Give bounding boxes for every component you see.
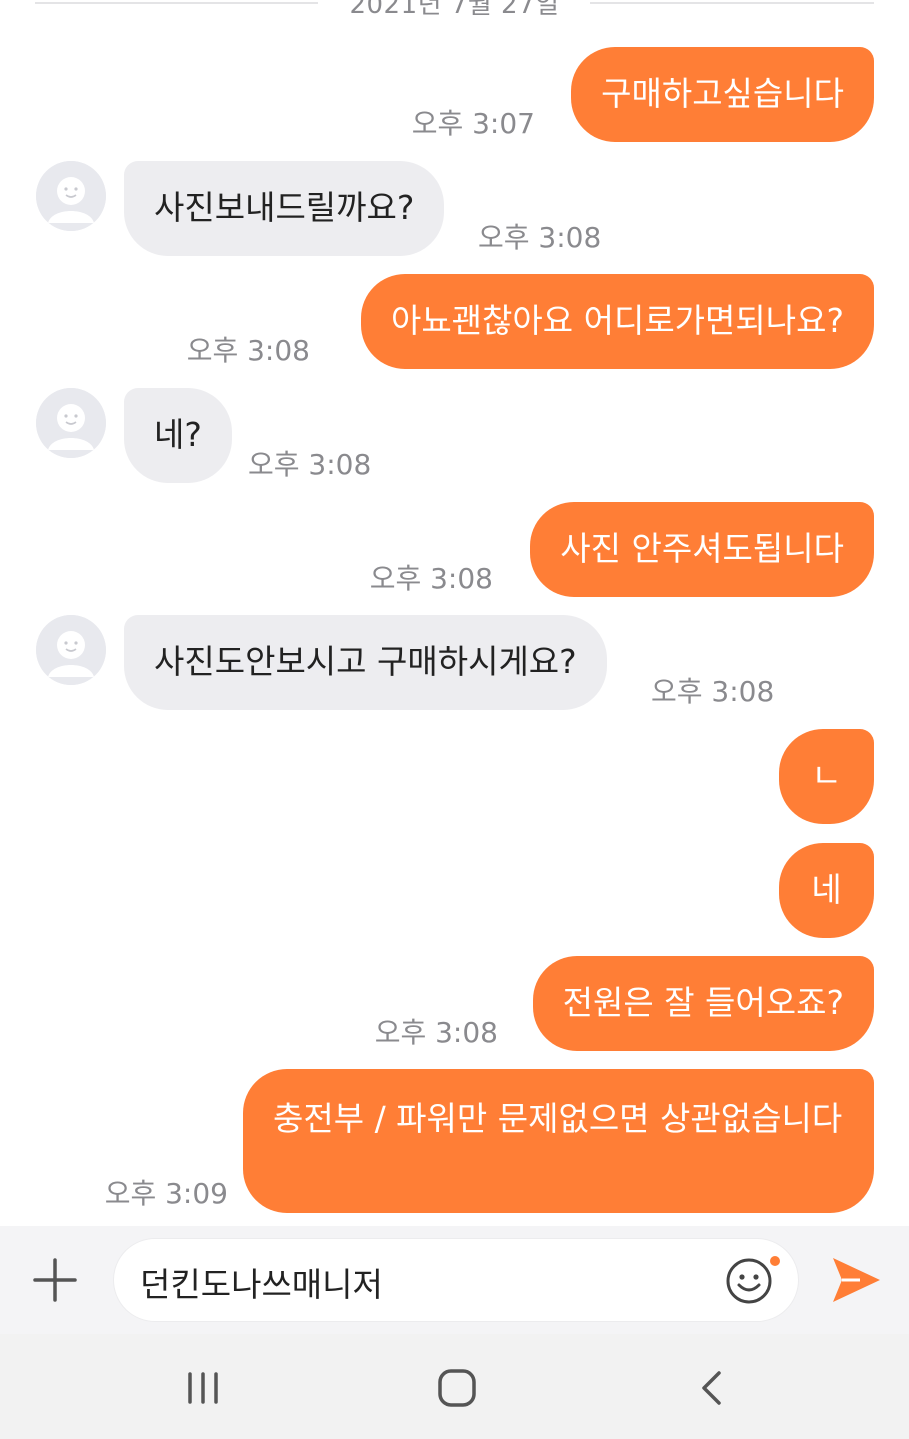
message-input-text[interactable]: 던킨도나쓰매니저 xyxy=(140,1258,383,1306)
message-bubble-outgoing[interactable]: 구매하고싶습니다 xyxy=(571,47,874,142)
avatar[interactable] xyxy=(36,388,106,458)
message-time: 오후 3:08 xyxy=(186,334,310,367)
send-icon[interactable] xyxy=(828,1253,884,1307)
plus-icon[interactable] xyxy=(30,1255,80,1305)
message-time: 오후 3:08 xyxy=(374,1016,498,1049)
message-bubble-incoming[interactable]: 사진보내드릴까요? xyxy=(124,161,445,256)
message-bubble-incoming[interactable]: 사진도안보시고 구매하시게요? xyxy=(124,615,607,710)
message-bubble-incoming[interactable]: 네? xyxy=(124,388,232,483)
avatar-face-icon xyxy=(36,388,106,458)
message-bubble-outgoing[interactable]: 사진 안주셔도됩니다 xyxy=(530,502,874,597)
message-bubble-outgoing[interactable]: 네 xyxy=(779,843,874,938)
back-icon[interactable] xyxy=(692,1368,732,1408)
message-bubble-outgoing[interactable]: 전원은 잘 들어오죠? xyxy=(532,956,874,1051)
message-time: 오후 3:08 xyxy=(478,221,602,254)
message-time: 오후 3:08 xyxy=(248,448,372,481)
message-time: 오후 3:08 xyxy=(651,675,775,708)
avatar[interactable] xyxy=(36,161,106,231)
avatar-face-icon xyxy=(36,161,106,231)
home-icon[interactable] xyxy=(436,1367,478,1409)
date-label: 2021년 7월 27일 xyxy=(349,0,560,20)
avatar-face-icon xyxy=(36,615,106,685)
recent-apps-icon[interactable] xyxy=(183,1368,223,1408)
message-bubble-outgoing[interactable]: 충전부 / 파워만 문제없으면 상관없습니다 xyxy=(243,1069,874,1213)
message-time: 오후 3:09 xyxy=(104,1177,228,1210)
message-bubble-outgoing[interactable]: ㄴ xyxy=(779,729,874,824)
message-bubble-outgoing[interactable]: 아뇨괜찮아요 어디로가면되나요? xyxy=(360,274,874,369)
message-time: 오후 3:07 xyxy=(411,107,535,140)
message-time: 오후 3:08 xyxy=(369,562,493,595)
smiley-icon[interactable] xyxy=(722,1253,782,1309)
avatar[interactable] xyxy=(36,615,106,685)
